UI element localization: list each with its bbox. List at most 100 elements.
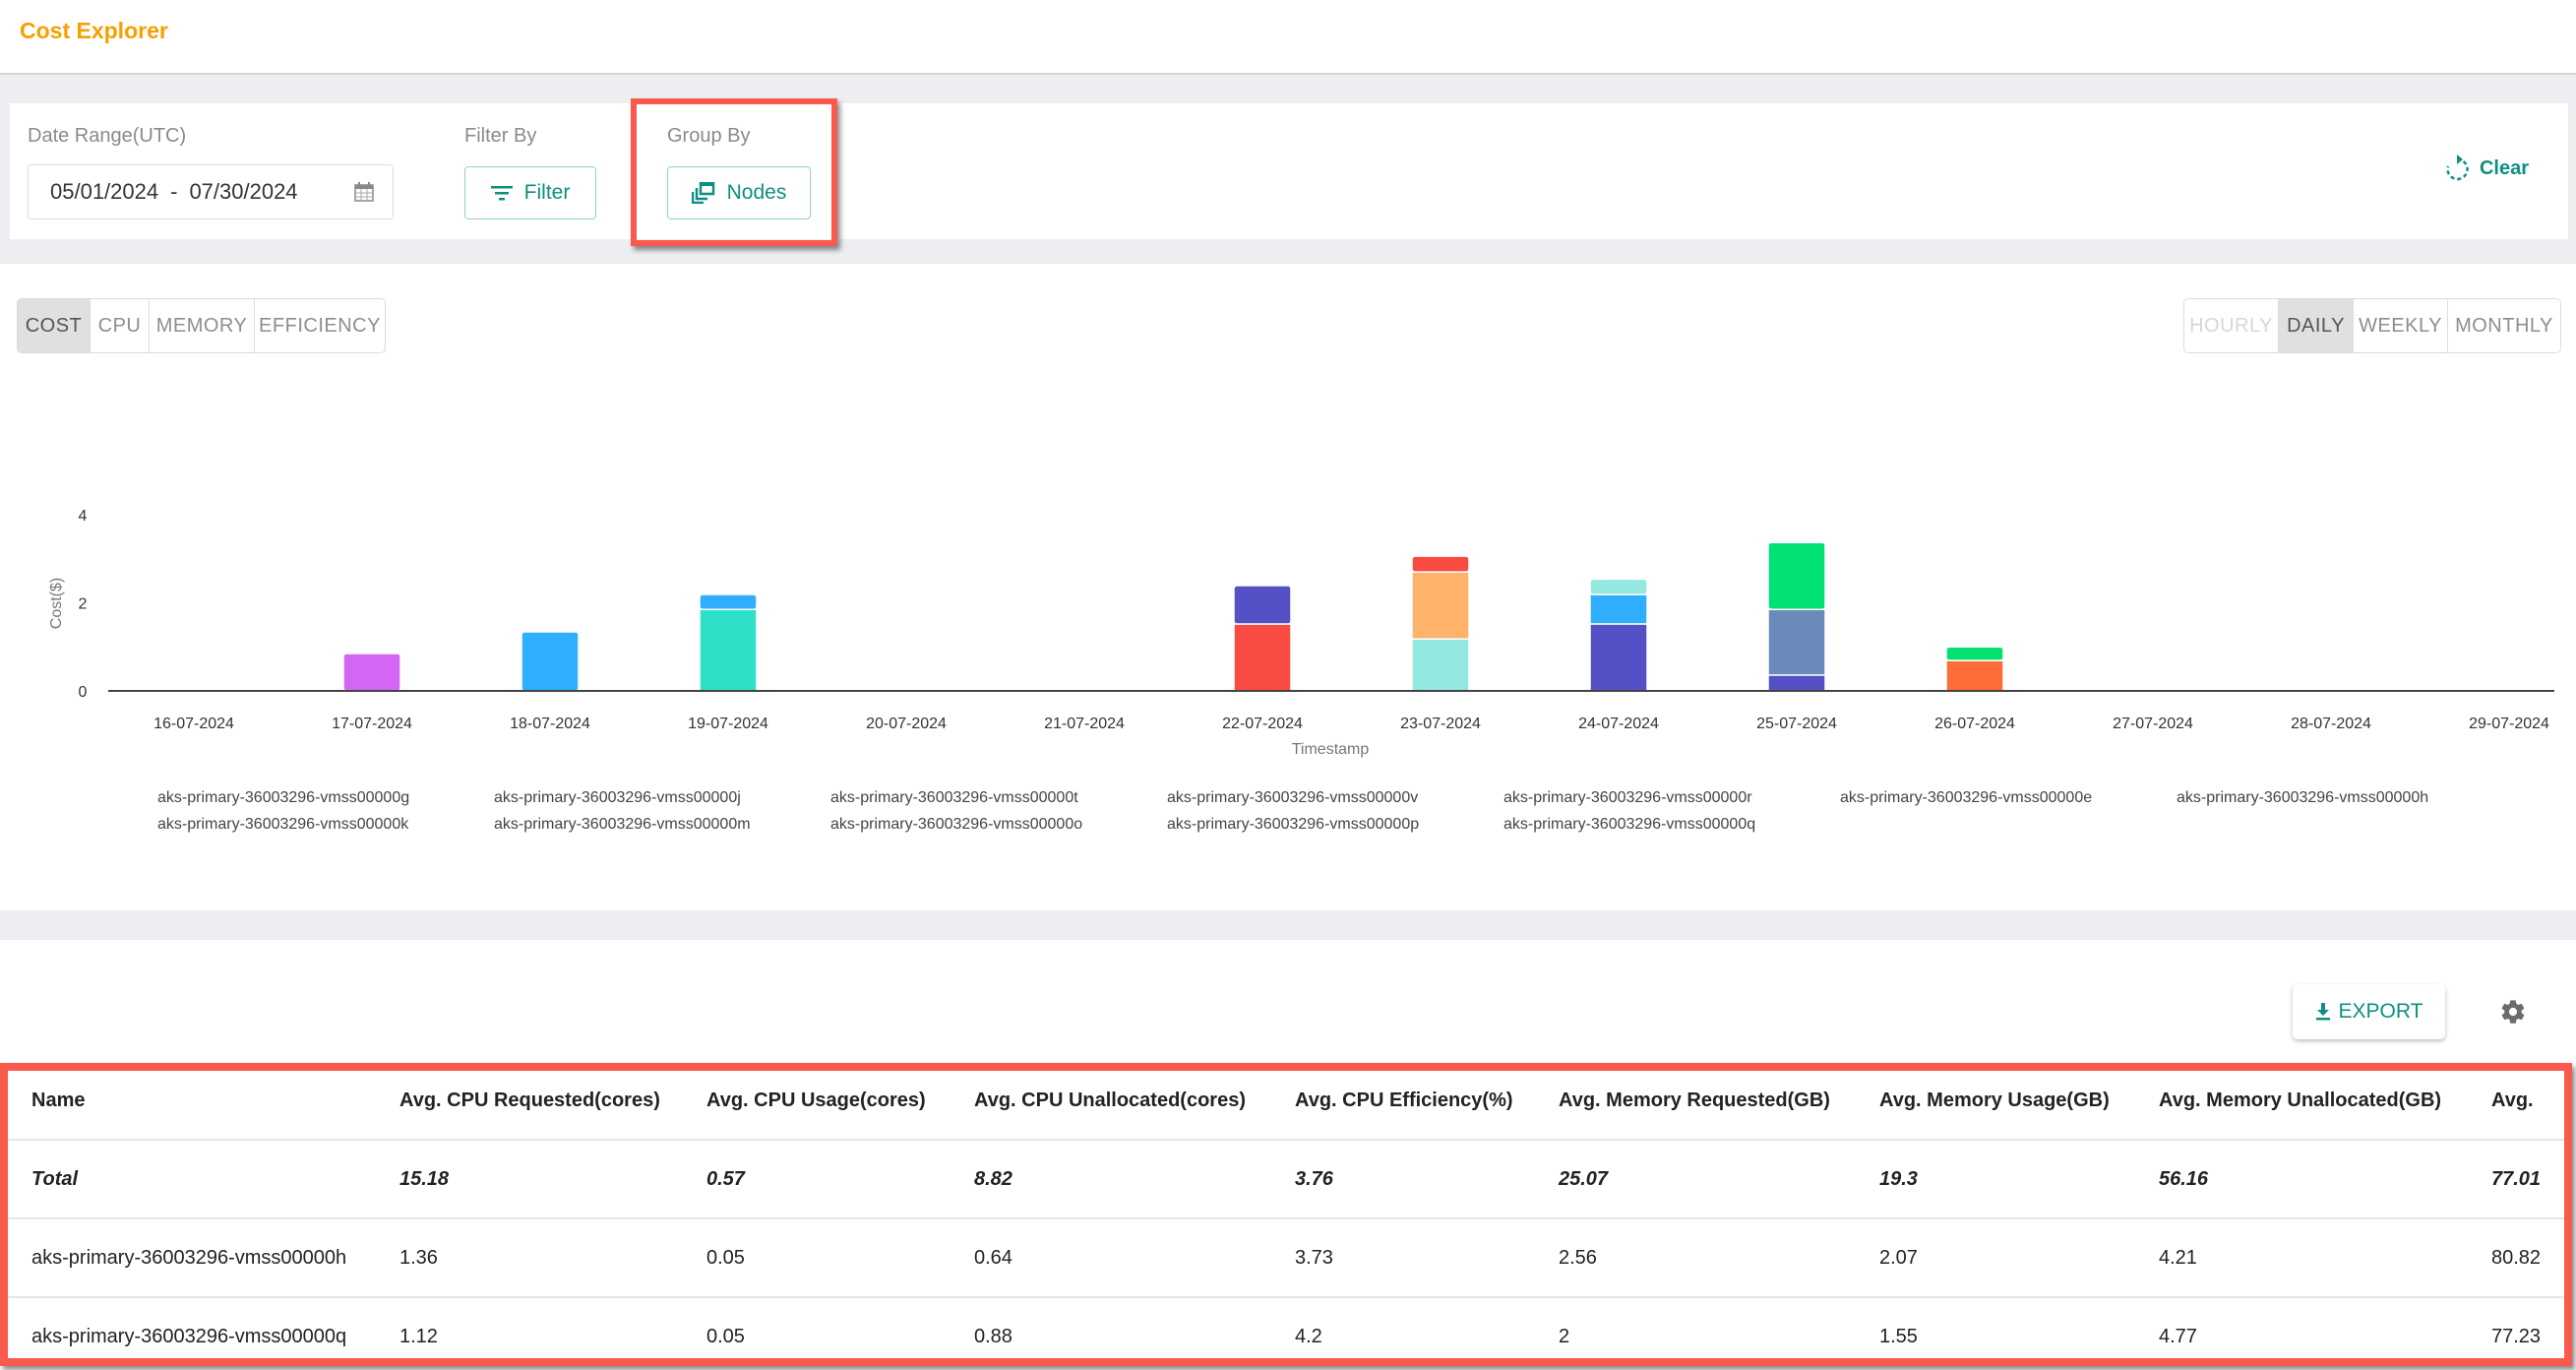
x-tick-label: 27-07-2024 <box>2113 716 2193 732</box>
x-axis-label: Timestamp <box>1292 741 1370 758</box>
table-panel: EXPORT Name Avg. CPU Requested(cores) Avg.… <box>0 940 2576 1370</box>
table-cell: 2.56 <box>1559 1218 1879 1298</box>
table-cell: 2 <box>1559 1297 1879 1370</box>
clear-button[interactable]: Clear <box>2444 155 2529 182</box>
filter-icon <box>490 186 513 201</box>
table-cell: aks-primary-36003296-vmss00000q <box>6 1297 399 1370</box>
filter-panel: Date Range(UTC) 05/01/2024 - 07/30/2024 … <box>10 103 2568 239</box>
column-header[interactable]: Avg. Memory Usage(GB) <box>1879 1063 2159 1141</box>
x-tick-label: 29-07-2024 <box>2469 716 2549 732</box>
calendar-icon[interactable] <box>353 181 375 203</box>
table-cell: 8.82 <box>974 1140 1295 1219</box>
legend-item[interactable]: aks-primary-36003296-vmss00000j <box>494 789 741 807</box>
table-row[interactable]: aks-primary-36003296-vmss00000h 1.36 0.05 0… <box>6 1218 2570 1298</box>
y-tick-label: 4 <box>79 508 88 525</box>
x-tick-label: 16-07-2024 <box>153 716 234 732</box>
legend-item[interactable]: aks-primary-36003296-vmss00000k <box>157 816 408 834</box>
bar-segment[interactable] <box>521 631 580 692</box>
table-cell: 3.76 <box>1295 1140 1559 1219</box>
column-header[interactable]: Avg. <box>2491 1063 2570 1141</box>
download-icon <box>2315 1003 2330 1021</box>
settings-gear-icon[interactable] <box>2499 998 2527 1026</box>
filter-button[interactable]: Filter <box>464 166 596 219</box>
x-tick-label: 25-07-2024 <box>1756 716 1837 732</box>
table-cell: 4.21 <box>2159 1218 2491 1298</box>
table-cell: 77.23 <box>2491 1297 2570 1370</box>
x-tick-label: 18-07-2024 <box>510 716 590 732</box>
table-cell: 80.82 <box>2491 1218 2570 1298</box>
date-separator: - <box>170 179 178 204</box>
table-total-row[interactable]: Total 15.18 0.57 8.82 3.76 25.07 19.3 56.16 77.0… <box>6 1140 2570 1219</box>
bar-segment[interactable] <box>1767 608 1826 676</box>
legend-item[interactable]: aks-primary-36003296-vmss00000g <box>157 789 409 807</box>
table-cell: Total <box>6 1140 399 1219</box>
nodes-table-container[interactable]: Name Avg. CPU Requested(cores) Avg. CPU Us… <box>6 1063 2570 1370</box>
page-title: Cost Explorer <box>20 18 168 43</box>
x-tick-label: 19-07-2024 <box>688 716 768 732</box>
legend-item[interactable]: aks-primary-36003296-vmss00000h <box>2177 789 2428 807</box>
bar-segment[interactable] <box>342 653 401 692</box>
bar-segment[interactable] <box>699 608 758 692</box>
bar-segment[interactable] <box>1589 623 1648 692</box>
export-button-label: EXPORT <box>2338 1000 2423 1023</box>
x-tick-label: 28-07-2024 <box>2291 716 2371 732</box>
table-cell: 25.07 <box>1559 1140 1879 1219</box>
legend-item[interactable]: aks-primary-36003296-vmss00000v <box>1167 789 1418 807</box>
y-tick-label: 0 <box>79 684 88 701</box>
table-cell: 3.73 <box>1295 1218 1559 1298</box>
table-cell: 1.12 <box>399 1297 706 1370</box>
x-tick-label: 26-07-2024 <box>1934 716 2015 732</box>
legend-item[interactable]: aks-primary-36003296-vmss00000q <box>1503 816 1755 834</box>
bar-segment[interactable] <box>1589 578 1648 595</box>
table-cell: 56.16 <box>2159 1140 2491 1219</box>
table-cell: 0.57 <box>706 1140 974 1219</box>
table-cell: 4.77 <box>2159 1297 2491 1370</box>
bar-segment[interactable] <box>1945 646 2004 661</box>
x-tick-label: 17-07-2024 <box>332 716 412 732</box>
bar-segment[interactable] <box>1411 638 1470 692</box>
table-cell: 0.64 <box>974 1218 1295 1298</box>
column-header[interactable]: Avg. Memory Unallocated(GB) <box>2159 1063 2491 1141</box>
date-start: 05/01/2024 <box>50 179 159 204</box>
table-cell: 77.01 <box>2491 1140 2570 1219</box>
bar-segment[interactable] <box>1767 541 1826 610</box>
table-cell: 19.3 <box>1879 1140 2159 1219</box>
date-range-input[interactable]: 05/01/2024 - 07/30/2024 <box>28 164 394 219</box>
bar-segment[interactable] <box>1411 571 1470 640</box>
chart-panel: COST CPU MEMORY EFFICIENCY HOURLY DAILY … <box>0 264 2576 910</box>
bar-segment[interactable] <box>699 593 758 610</box>
column-header[interactable]: Avg. Memory Requested(GB) <box>1559 1063 1879 1141</box>
table-cell: 15.18 <box>399 1140 706 1219</box>
x-tick-label: 24-07-2024 <box>1578 716 1659 732</box>
bar-segment[interactable] <box>1233 623 1292 692</box>
column-header[interactable]: Name <box>6 1063 399 1141</box>
export-button[interactable]: EXPORT <box>2293 984 2445 1039</box>
x-tick-label: 21-07-2024 <box>1044 716 1125 732</box>
reset-icon <box>2446 155 2469 181</box>
page-header: Cost Explorer <box>0 0 2576 75</box>
legend-item[interactable]: aks-primary-36003296-vmss00000m <box>494 816 751 834</box>
table-cell: 0.05 <box>706 1218 974 1298</box>
bar-segment[interactable] <box>1589 593 1648 625</box>
table-cell: 0.88 <box>974 1297 1295 1370</box>
x-tick-label: 22-07-2024 <box>1222 716 1303 732</box>
table-cell: aks-primary-36003296-vmss00000h <box>6 1218 399 1298</box>
column-header[interactable]: Avg. CPU Usage(cores) <box>706 1063 974 1141</box>
table-row[interactable]: aks-primary-36003296-vmss00000q 1.12 0.05 0… <box>6 1297 2570 1370</box>
bar-segment[interactable] <box>1945 659 2004 692</box>
filter-by-label: Filter By <box>464 125 537 147</box>
bar-segment[interactable] <box>1233 585 1292 625</box>
y-axis-label: Cost($) <box>48 578 65 629</box>
bar-segment[interactable] <box>1767 674 1826 692</box>
column-header[interactable]: Avg. CPU Efficiency(%) <box>1295 1063 1559 1141</box>
legend-item[interactable]: aks-primary-36003296-vmss00000e <box>1840 789 2092 807</box>
date-range-label: Date Range(UTC) <box>28 125 187 147</box>
legend-item[interactable]: aks-primary-36003296-vmss00000o <box>830 816 1082 834</box>
column-header[interactable]: Avg. CPU Unallocated(cores) <box>974 1063 1295 1141</box>
bar-segment[interactable] <box>1411 555 1470 573</box>
table-cell: 1.55 <box>1879 1297 2159 1370</box>
column-header[interactable]: Avg. CPU Requested(cores) <box>399 1063 706 1141</box>
legend-item[interactable]: aks-primary-36003296-vmss00000r <box>1503 789 1752 807</box>
legend-item[interactable]: aks-primary-36003296-vmss00000t <box>830 789 1078 807</box>
legend-item[interactable]: aks-primary-36003296-vmss00000p <box>1167 816 1419 834</box>
